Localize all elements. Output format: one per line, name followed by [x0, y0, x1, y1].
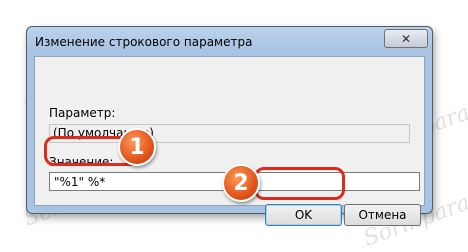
close-icon: ✕ [400, 31, 412, 46]
title-bar[interactable]: Изменение строкового параметра ✕ [27, 27, 432, 55]
ok-button-label: OK [294, 208, 313, 222]
cancel-button[interactable]: Отмена [344, 204, 421, 226]
close-button[interactable]: ✕ [384, 29, 428, 48]
cancel-button-label: Отмена [358, 208, 407, 222]
window-title: Изменение строкового параметра [35, 35, 253, 49]
step-number: 2 [233, 170, 249, 196]
step-number: 1 [129, 134, 145, 160]
step-badge-1: 1 [118, 128, 156, 166]
value-name-label: Параметр: [49, 106, 116, 120]
ok-button[interactable]: OK [265, 204, 342, 226]
step-badge-2: 2 [222, 164, 260, 202]
ok-button-highlight [254, 167, 345, 200]
